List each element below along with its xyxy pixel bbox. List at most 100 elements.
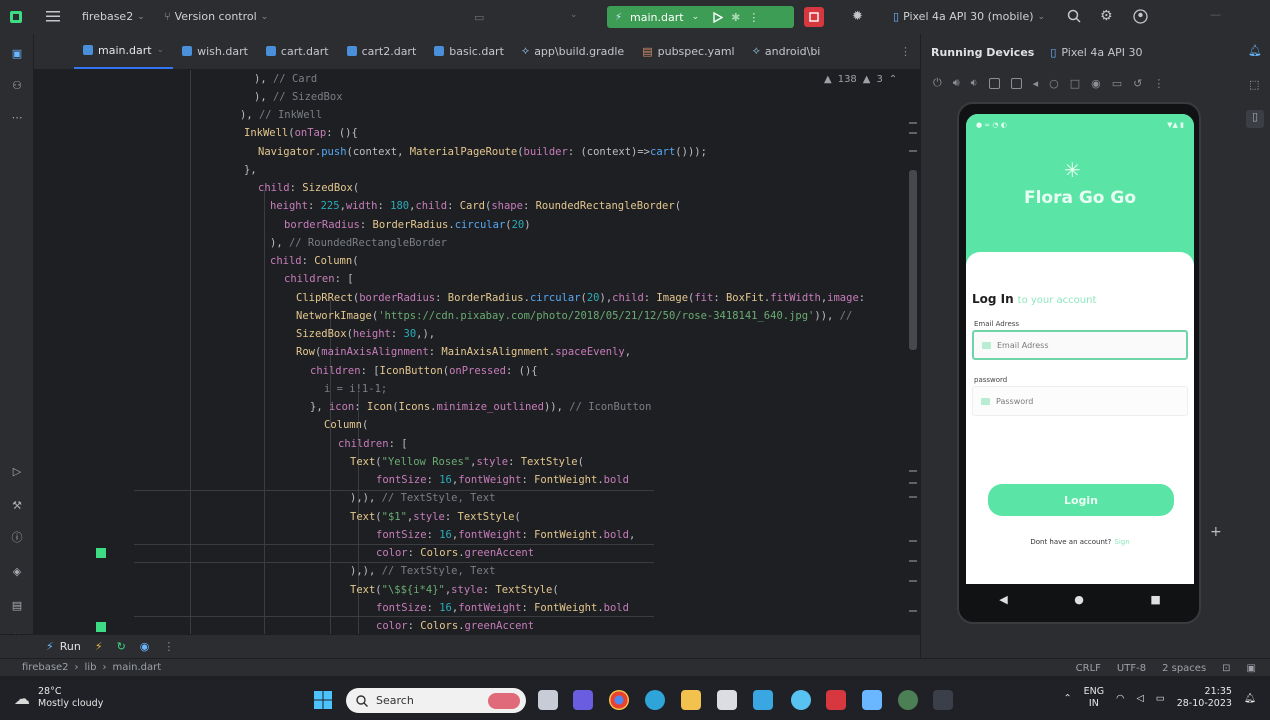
more-icon[interactable]: ⋮: [1153, 77, 1164, 90]
minimize-icon[interactable]: —: [1210, 8, 1221, 21]
device-manager-icon[interactable]: ▭: [474, 11, 484, 24]
stop-button[interactable]: [804, 7, 824, 27]
more-tools-icon[interactable]: ⋯: [8, 108, 26, 126]
vcs-selector[interactable]: ⑂ Version control ⌄: [164, 10, 268, 23]
project-selector[interactable]: firebase2 ⌄: [82, 10, 145, 23]
tab-cart-dart[interactable]: cart.dart: [257, 33, 338, 69]
device-manager-tool-icon[interactable]: ▯: [1246, 110, 1264, 128]
windows-start-icon[interactable]: [314, 691, 332, 709]
gradle-tool-icon[interactable]: ⬚: [1249, 78, 1259, 91]
build-icon[interactable]: ⚒: [8, 496, 26, 514]
chevron-up-icon[interactable]: ⌃: [1064, 693, 1072, 704]
weather-app-icon[interactable]: [791, 690, 811, 710]
main-menu-icon[interactable]: [46, 10, 60, 22]
wifi-icon[interactable]: ◠: [1116, 693, 1124, 704]
tab-pubspec-yaml[interactable]: ▤ pubspec.yaml: [633, 33, 743, 69]
reset-icon[interactable]: ↺: [1133, 77, 1142, 90]
file-manager-app-icon[interactable]: [538, 690, 558, 710]
gear-icon[interactable]: ⚙: [1100, 8, 1113, 24]
chevron-down-icon[interactable]: ⌄: [570, 10, 578, 20]
bug-icon[interactable]: ✹: [852, 9, 863, 24]
notifications-icon[interactable]: 🔔︎: [1248, 44, 1262, 57]
lang[interactable]: ENG: [1084, 686, 1104, 698]
tabs-more-icon[interactable]: ⋮: [900, 45, 911, 58]
meet-app-icon[interactable]: [573, 690, 593, 710]
notepad-app-icon[interactable]: [862, 690, 882, 710]
structure-icon[interactable]: ⚇: [8, 76, 26, 94]
power-icon[interactable]: ⏻: [933, 76, 942, 90]
search-icon[interactable]: [1067, 9, 1081, 23]
device-tab[interactable]: ▯ Pixel 4a API 30: [1050, 46, 1142, 59]
email-field[interactable]: Email Adress: [972, 330, 1188, 360]
rotate-left-icon[interactable]: [988, 77, 1000, 89]
rotate-right-icon[interactable]: [1010, 77, 1022, 89]
volume-up-icon[interactable]: 🔊︎: [953, 76, 960, 90]
login-button[interactable]: Login: [988, 484, 1174, 516]
taskbar-search[interactable]: Search: [346, 688, 526, 713]
chrome-app-icon[interactable]: [609, 690, 629, 710]
nav-back-icon[interactable]: ◀: [999, 593, 1007, 606]
hot-reload-icon[interactable]: ⚡: [95, 640, 103, 653]
overview-icon[interactable]: □: [1070, 77, 1080, 90]
nav-recents-icon[interactable]: ■: [1150, 593, 1160, 606]
run-tool-icon[interactable]: ▷: [8, 462, 26, 480]
edge-app-icon[interactable]: [645, 690, 665, 710]
emulator-screen[interactable]: ● ∞ ◔ ◐ ▼▲ ▮ ✳ Flora Go Go Log In to your…: [966, 114, 1194, 584]
back-icon[interactable]: ◂: [1033, 77, 1039, 90]
device-selector[interactable]: ▯ Pixel 4a API 30 (mobile) ⌄: [893, 10, 1045, 23]
code-editor[interactable]: ▲ 138 ▲ 3 ⌃ ), // Card ), // SizedBox ),…: [34, 70, 920, 634]
scroll-thumb[interactable]: [909, 170, 917, 350]
run-configuration[interactable]: ⚡ main.dart ⌄ ✱ ⋮: [607, 6, 794, 28]
weather-widget[interactable]: ☁ 28°C Mostly cloudy: [14, 686, 103, 710]
devtools-icon[interactable]: ◉: [140, 640, 150, 653]
more-icon[interactable]: ⋮: [163, 640, 174, 653]
account-icon[interactable]: [1133, 9, 1148, 24]
tab-cart2-dart[interactable]: cart2.dart: [338, 33, 426, 69]
record-icon[interactable]: ▭: [1112, 77, 1122, 90]
tab-basic-dart[interactable]: basic.dart: [425, 33, 513, 69]
run-tab[interactable]: ⚡ Run: [46, 640, 81, 653]
code-area[interactable]: ), // Card ), // SizedBox ), // InkWell …: [74, 70, 914, 634]
tab-wish-dart[interactable]: wish.dart: [173, 33, 257, 69]
tab-main-dart[interactable]: main.dart ⌄: [74, 33, 174, 69]
home-icon[interactable]: ○: [1049, 77, 1059, 90]
terminal-app-icon[interactable]: [933, 690, 953, 710]
add-icon[interactable]: +: [1210, 524, 1222, 540]
phone-icon: ▯: [893, 10, 900, 23]
red-app-icon[interactable]: [826, 690, 846, 710]
screenshot-icon[interactable]: ◉: [1091, 77, 1101, 90]
hot-restart-icon[interactable]: ↻: [117, 640, 126, 653]
run-icon[interactable]: [713, 11, 724, 23]
app-logo-icon[interactable]: [10, 11, 22, 23]
signup-link[interactable]: Sign: [1114, 538, 1129, 546]
services-icon[interactable]: ◈: [8, 562, 26, 580]
clock[interactable]: 21:35 28-10-2023: [1177, 686, 1232, 710]
explorer-app-icon[interactable]: [681, 690, 701, 710]
tab-build-gradle[interactable]: ⟡ app\build.gradle: [513, 33, 633, 69]
breadcrumb-item[interactable]: lib: [85, 662, 97, 673]
battery-icon[interactable]: ▭: [1156, 693, 1165, 704]
speaker-icon[interactable]: ◁: [1136, 693, 1143, 704]
project-folder-icon[interactable]: ▣: [8, 44, 26, 62]
more-icon[interactable]: ⋮: [748, 11, 759, 24]
terminal-icon[interactable]: ▤: [8, 596, 26, 614]
android-studio-app-icon[interactable]: [898, 690, 918, 710]
volume-down-icon[interactable]: 🔉︎: [971, 76, 978, 90]
breadcrumb-item[interactable]: main.dart: [112, 662, 161, 673]
editor-scrollbar[interactable]: [906, 110, 917, 630]
problems-icon[interactable]: ⓘ: [8, 528, 26, 546]
breadcrumb-item[interactable]: firebase2: [22, 662, 69, 673]
vscode-app-icon[interactable]: [753, 690, 773, 710]
password-field[interactable]: Password: [972, 386, 1188, 416]
store-app-icon[interactable]: [717, 690, 737, 710]
debug-icon[interactable]: ✱: [731, 11, 740, 24]
nav-home-icon[interactable]: ●: [1074, 593, 1084, 606]
tab-android-build[interactable]: ⟡ android\bi: [744, 33, 830, 69]
line-ending[interactable]: CRLF: [1076, 663, 1101, 674]
notification-icon[interactable]: 🔔︎: [1244, 693, 1256, 704]
region[interactable]: IN: [1084, 698, 1104, 710]
lock-icon[interactable]: ⊡: [1222, 663, 1230, 674]
encoding[interactable]: UTF-8: [1117, 663, 1146, 674]
layout-icon[interactable]: ▣: [1247, 663, 1256, 674]
indent-setting[interactable]: 2 spaces: [1162, 663, 1206, 674]
